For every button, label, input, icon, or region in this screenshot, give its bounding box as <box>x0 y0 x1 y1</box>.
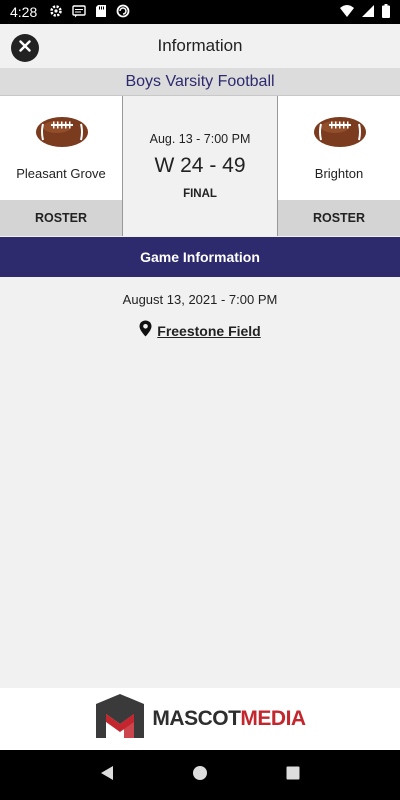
app-header: Information <box>0 24 400 68</box>
home-team: Pleasant Grove ROSTER <box>0 96 122 236</box>
score-panel: Aug. 13 - 7:00 PM W 24 - 49 FINAL <box>122 96 278 236</box>
away-team-name: Brighton <box>314 166 364 181</box>
game-status: FINAL <box>183 188 217 200</box>
mascot-media-logo-icon <box>94 693 146 745</box>
away-roster-button[interactable]: ROSTER <box>278 200 400 236</box>
sport-title: Boys Varsity Football <box>0 68 400 96</box>
map-pin-icon <box>139 320 152 342</box>
game-location[interactable]: Freestone Field <box>0 320 400 342</box>
football-icon <box>35 116 89 153</box>
brand-name: MASCOTMEDIA <box>152 707 306 731</box>
matchup-panel: Pleasant Grove ROSTER Aug. 13 - 7:00 PM … <box>0 96 400 236</box>
game-full-date: August 13, 2021 - 7:00 PM <box>122 292 278 307</box>
sponsor-footer[interactable]: MASCOTMEDIA <box>0 688 400 750</box>
game-datetime: Aug. 13 - 7:00 PM <box>149 132 251 146</box>
football-icon <box>313 116 367 153</box>
battery-icon <box>382 3 390 21</box>
home-team-name: Pleasant Grove <box>16 166 106 181</box>
game-information-header: Game Information <box>0 237 400 277</box>
brand-name-part2: MEDIA <box>240 707 306 730</box>
page-title: Information <box>157 36 243 55</box>
back-icon[interactable] <box>99 765 115 786</box>
away-team: Brighton ROSTER <box>278 96 400 236</box>
close-icon <box>19 39 31 57</box>
brand-name-part1: MASCOT <box>152 707 241 730</box>
status-bar: 4:28 <box>0 0 400 24</box>
message-icon <box>72 4 86 21</box>
sd-card-icon <box>95 4 107 21</box>
home-icon[interactable] <box>192 765 208 786</box>
sync-icon <box>116 4 130 21</box>
gear-icon <box>49 4 63 21</box>
close-button[interactable] <box>11 34 39 62</box>
wifi-icon <box>340 4 354 20</box>
game-score: W 24 - 49 <box>154 154 246 177</box>
location-link[interactable]: Freestone Field <box>157 323 260 339</box>
signal-icon <box>362 4 374 20</box>
recents-icon[interactable] <box>285 765 301 786</box>
system-nav-bar <box>0 750 400 800</box>
status-time: 4:28 <box>10 4 38 20</box>
home-roster-button[interactable]: ROSTER <box>0 200 122 236</box>
